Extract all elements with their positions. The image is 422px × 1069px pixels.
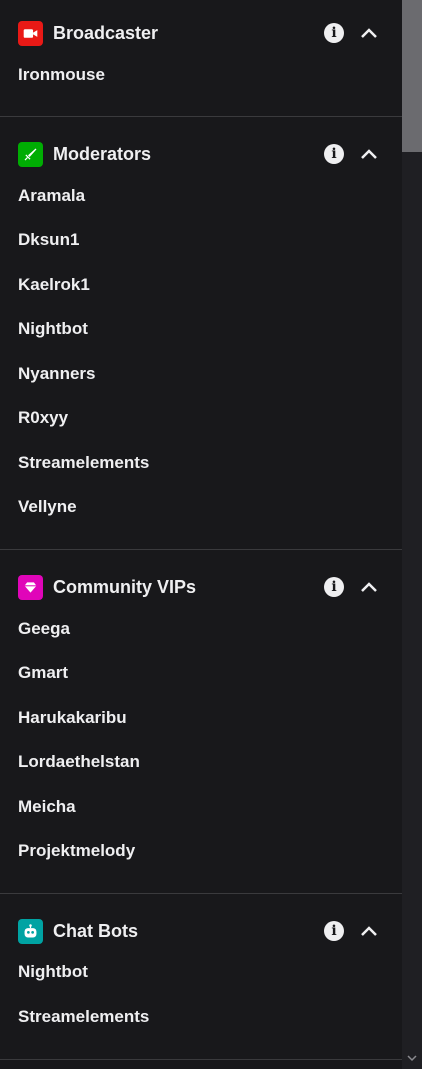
user-name[interactable]: Nightbot	[18, 962, 88, 982]
info-icon[interactable]: i	[324, 23, 344, 43]
chevron-up-icon[interactable]	[359, 579, 379, 595]
scrollbar-thumb[interactable]	[402, 0, 422, 152]
user-name[interactable]: Gmart	[18, 663, 68, 683]
section-title: Broadcaster	[53, 23, 159, 43]
section-header-chat-bots: Chat Bots i	[0, 916, 402, 946]
section-header-broadcaster: Broadcaster i	[0, 18, 402, 48]
user-name[interactable]: Harukakaribu	[18, 708, 127, 728]
robot-icon	[18, 919, 43, 944]
user-name[interactable]: Dksun1	[18, 230, 79, 250]
user-name[interactable]: Nightbot	[18, 319, 88, 339]
section-divider	[0, 549, 402, 550]
info-icon[interactable]: i	[324, 577, 344, 597]
user-name[interactable]: Projektmelody	[18, 841, 135, 861]
section-title: Moderators	[53, 144, 152, 164]
user-name[interactable]: Meicha	[18, 797, 76, 817]
scrollbar-track[interactable]	[402, 0, 422, 1069]
section-divider	[0, 116, 402, 117]
section-header-community-vips: Community VIPs i	[0, 572, 402, 602]
user-name[interactable]: Aramala	[18, 186, 85, 206]
user-name[interactable]: Nyanners	[18, 364, 95, 384]
section-title: Community VIPs	[53, 577, 197, 597]
user-name[interactable]: Streamelements	[18, 1007, 149, 1027]
diamond-icon	[18, 575, 43, 600]
info-icon[interactable]: i	[324, 921, 344, 941]
scroll-down-arrow-icon[interactable]	[404, 1050, 420, 1066]
section-header-moderators: Moderators i	[0, 139, 402, 169]
chevron-up-icon[interactable]	[359, 25, 379, 41]
info-icon[interactable]: i	[324, 144, 344, 164]
user-name[interactable]: Kaelrok1	[18, 275, 90, 295]
user-name[interactable]: Lordaethelstan	[18, 752, 140, 772]
section-title: Chat Bots	[53, 921, 138, 941]
chevron-up-icon[interactable]	[359, 923, 379, 939]
video-camera-icon	[18, 21, 43, 46]
user-name[interactable]: R0xyy	[18, 408, 68, 428]
user-name[interactable]: Geega	[18, 619, 70, 639]
sword-icon	[18, 142, 43, 167]
user-name[interactable]: Streamelements	[18, 453, 149, 473]
section-divider	[0, 1059, 402, 1060]
user-name[interactable]: Ironmouse	[18, 65, 105, 85]
section-divider	[0, 893, 402, 894]
chevron-up-icon[interactable]	[359, 146, 379, 162]
user-name[interactable]: Vellyne	[18, 497, 77, 517]
